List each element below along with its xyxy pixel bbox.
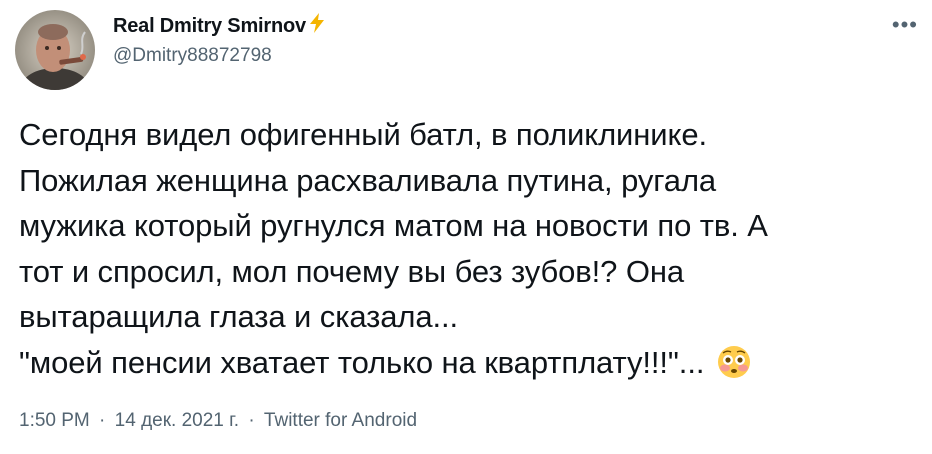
tweet-time[interactable]: 1:50 PM <box>19 410 90 431</box>
tweet-text-line: мужика который ругнулся матом на новости… <box>19 208 768 243</box>
more-horizontal-icon[interactable]: ••• <box>892 12 918 38</box>
tweet-text-line: "моей пенсии хватает только на квартплат… <box>19 344 705 380</box>
flushed-face-emoji-icon <box>717 345 751 392</box>
meta-separator: · <box>248 410 255 431</box>
meta-separator: · <box>99 410 106 431</box>
tweet-text: Сегодня видел офигенный батл, в поликлин… <box>19 112 919 391</box>
avatar[interactable] <box>15 10 95 90</box>
user-name-row[interactable]: Real Dmitry Smirnov <box>113 13 324 39</box>
tweet-text-line: Пожилая женщина расхваливала путина, руг… <box>19 162 717 198</box>
lightning-bolt-icon <box>309 13 324 39</box>
user-handle[interactable]: @Dmitry88872798 <box>113 45 272 67</box>
tweet-date[interactable]: 14 дек. 2021 г. <box>115 410 239 431</box>
tweet-text-line: тот и спросил, мол почему вы без зубов!?… <box>19 253 685 289</box>
tweet-text-line: вытаращила глаза и сказала... <box>19 299 459 334</box>
tweet-text-line: Сегодня видел офигенный батл, в поликлин… <box>19 117 707 152</box>
tweet-text-last-line: "моей пенсии хватает только на квартплат… <box>19 340 919 392</box>
tweet-source[interactable]: Twitter for Android <box>264 410 417 431</box>
tweet-metadata: 1:50 PM · 14 дек. 2021 г. · Twitter for … <box>19 410 417 432</box>
display-name[interactable]: Real Dmitry Smirnov <box>113 15 306 38</box>
